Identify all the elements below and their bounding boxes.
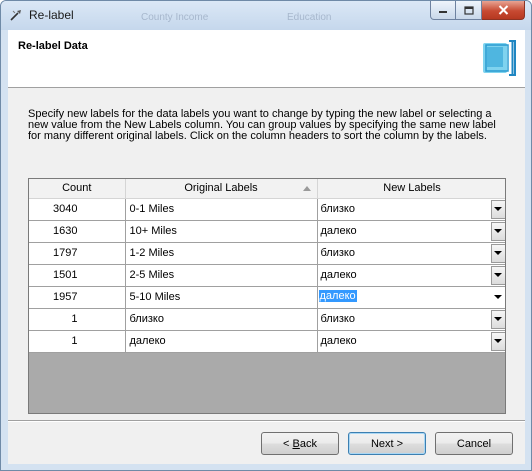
table-row[interactable]: 1 близко близко xyxy=(29,308,505,331)
count-cell: 1797 xyxy=(29,242,126,265)
original-label-cell: 0-1 Miles xyxy=(125,198,318,221)
relabel-window: Re-label County Income Education Re-labe… xyxy=(0,0,532,471)
table-row[interactable]: 1 далеко далеко xyxy=(29,330,505,353)
count-cell: 3040 xyxy=(29,198,126,221)
chevron-down-icon xyxy=(494,207,502,211)
caption-buttons xyxy=(430,1,525,20)
chevron-down-icon xyxy=(494,273,502,277)
back-button-prefix: < xyxy=(283,437,293,450)
relabel-wizard-icon xyxy=(483,40,516,76)
chevron-down-icon xyxy=(494,229,502,233)
count-cell: 1 xyxy=(29,308,126,331)
maximize-icon xyxy=(463,5,474,15)
minimize-icon xyxy=(439,11,447,13)
column-header-count[interactable]: Count xyxy=(29,179,126,199)
wizard-body: Re-label Data Specify new labels for the… xyxy=(8,30,525,464)
original-label-cell: 1-2 Miles xyxy=(125,242,318,265)
column-header-original-labels[interactable]: Original Labels xyxy=(125,179,318,199)
cancel-button-label: Cancel xyxy=(456,437,492,450)
new-label-cell[interactable]: близко xyxy=(317,242,505,265)
dropdown-button[interactable] xyxy=(490,221,505,241)
new-label-cell[interactable]: близко xyxy=(317,198,505,221)
original-label-cell: 2-5 Miles xyxy=(125,264,318,287)
new-label-dropdown[interactable]: далеко xyxy=(317,220,505,242)
sort-ascending-icon xyxy=(302,186,311,191)
count-cell: 1 xyxy=(29,330,126,353)
chevron-down-icon xyxy=(494,295,502,299)
new-label-dropdown[interactable]: далеко xyxy=(317,286,505,308)
new-label-cell[interactable]: близко xyxy=(317,308,505,331)
original-label-cell: далеко xyxy=(125,330,318,353)
new-label-value[interactable]: далеко xyxy=(321,225,357,237)
new-label-cell[interactable]: далеко xyxy=(317,330,505,353)
background-tab-label: County Income xyxy=(141,12,209,23)
table-row[interactable]: 3040 0-1 Miles близко xyxy=(29,198,505,221)
new-label-dropdown[interactable]: близко xyxy=(317,242,505,264)
table-row[interactable]: 1630 10+ Miles далеко xyxy=(29,220,505,243)
relabel-app-icon xyxy=(10,10,21,21)
new-label-value[interactable]: далеко xyxy=(321,269,357,281)
title-bar[interactable]: Re-label County Income Education xyxy=(1,1,531,30)
new-label-value[interactable]: близко xyxy=(321,313,355,325)
new-label-value[interactable]: далеко xyxy=(321,335,357,347)
dropdown-button[interactable] xyxy=(490,287,505,307)
next-button[interactable]: Next > xyxy=(348,432,426,455)
new-label-dropdown[interactable]: близко xyxy=(317,198,505,220)
new-label-dropdown[interactable]: далеко xyxy=(317,330,505,352)
maximize-button[interactable] xyxy=(456,1,482,20)
count-cell: 1957 xyxy=(29,286,126,309)
column-header-new-labels[interactable]: New Labels xyxy=(317,179,505,199)
new-label-dropdown[interactable]: близко xyxy=(317,308,505,330)
chevron-down-icon xyxy=(494,317,502,321)
new-label-cell[interactable]: далеко xyxy=(317,286,505,309)
new-label-value[interactable]: близко xyxy=(321,203,355,215)
original-label-cell: 5-10 Miles xyxy=(125,286,318,309)
new-label-value[interactable]: близко xyxy=(321,247,355,259)
new-label-cell[interactable]: далеко xyxy=(317,264,505,287)
wizard-header: Re-label Data xyxy=(8,30,525,88)
dropdown-button[interactable] xyxy=(490,199,505,219)
dropdown-button[interactable] xyxy=(490,243,505,263)
back-button[interactable]: < Back xyxy=(261,432,339,455)
dropdown-button[interactable] xyxy=(490,309,505,329)
table-row[interactable]: 1957 5-10 Miles далеко xyxy=(29,286,505,309)
new-label-dropdown[interactable]: далеко xyxy=(317,264,505,286)
window-title: Re-label xyxy=(29,8,74,22)
background-tab-label: Education xyxy=(287,12,332,23)
new-label-cell[interactable]: далеко xyxy=(317,220,505,243)
chevron-down-icon xyxy=(494,339,502,343)
back-button-access-key: B xyxy=(292,437,300,450)
close-icon xyxy=(498,5,508,15)
count-cell: 1630 xyxy=(29,220,126,243)
next-button-label: Next > xyxy=(370,437,404,450)
page-title: Re-label Data xyxy=(18,40,88,52)
table-row[interactable]: 1501 2-5 Miles далеко xyxy=(29,264,505,287)
instructions-text: Specify new labels for the data labels y… xyxy=(28,108,496,142)
original-label-cell: 10+ Miles xyxy=(125,220,318,243)
table-row[interactable]: 1797 1-2 Miles близко xyxy=(29,242,505,265)
footer-divider xyxy=(8,420,525,421)
column-header-label: Original Labels xyxy=(184,182,258,195)
dropdown-button[interactable] xyxy=(490,331,505,351)
minimize-button[interactable] xyxy=(430,1,456,20)
dropdown-button[interactable] xyxy=(490,265,505,285)
count-cell: 1501 xyxy=(29,264,126,287)
original-label-cell: близко xyxy=(125,308,318,331)
new-label-value[interactable]: далеко xyxy=(318,289,357,302)
close-button[interactable] xyxy=(482,1,525,20)
relabel-grid: Count Original Labels New Labels 3040 0-1… xyxy=(28,178,506,414)
chevron-down-icon xyxy=(494,251,502,255)
back-button-label: ack xyxy=(299,437,317,450)
cancel-button[interactable]: Cancel xyxy=(435,432,513,455)
